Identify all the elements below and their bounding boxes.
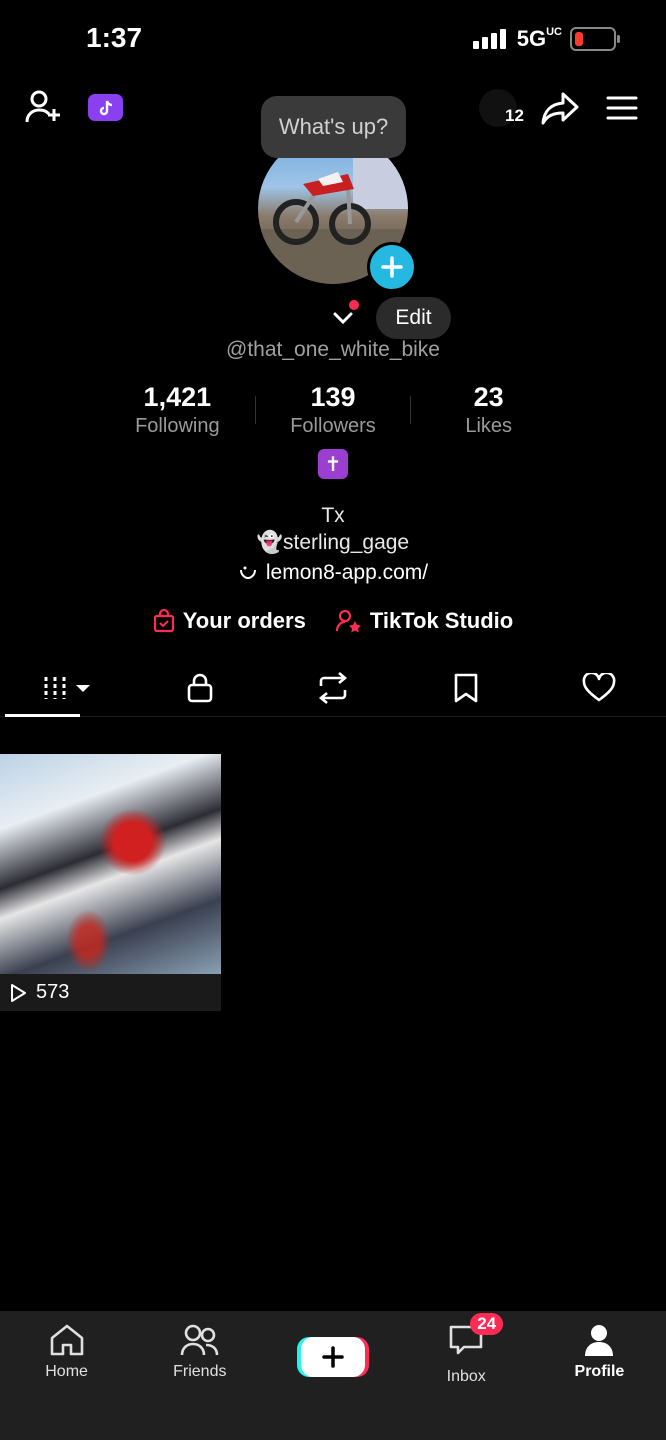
tab-private[interactable] — [138, 660, 262, 716]
status-indicators: 5GUC — [472, 26, 620, 52]
bottom-navigation: Home Friends 24 Inbox Profile — [0, 1311, 666, 1440]
nav-label: Profile — [574, 1363, 625, 1380]
profile-stats: 1,421 Following 139 Followers 23 Likes — [100, 382, 566, 438]
nav-label: Inbox — [446, 1368, 486, 1385]
plus-icon — [322, 1346, 344, 1368]
stat-following[interactable]: 1,421 Following — [100, 382, 255, 438]
tab-liked[interactable] — [537, 660, 661, 716]
status-time: 1:37 — [86, 22, 143, 53]
friends-icon — [180, 1324, 219, 1356]
tiktok-studio-link[interactable]: TikTok Studio — [335, 608, 514, 634]
shopping-bag-icon — [153, 609, 174, 633]
username-handle: @that_one_white_bike — [226, 338, 440, 361]
bio-line: 👻sterling_gage — [256, 531, 410, 554]
edit-profile-button[interactable]: Edit — [376, 297, 451, 339]
nav-create[interactable] — [266, 1311, 399, 1440]
notification-count: 12 — [505, 106, 524, 125]
stat-value: 23 — [473, 382, 504, 412]
bio-link[interactable]: lemon8-app.com/ — [0, 561, 666, 585]
create-button[interactable] — [301, 1337, 365, 1377]
menu-icon[interactable] — [604, 92, 640, 124]
latin-cross-badge: ✝ — [318, 449, 348, 479]
home-icon — [50, 1324, 83, 1356]
stat-value: 1,421 — [143, 382, 212, 412]
tab-favorites[interactable] — [404, 660, 528, 716]
tiktok-studio-label: TikTok Studio — [369, 608, 514, 633]
smile-icon — [239, 566, 256, 580]
repost-icon — [318, 672, 347, 704]
network-label: 5GUC — [516, 26, 562, 51]
profile-content-tabs — [0, 660, 666, 717]
stat-followers[interactable]: 139 Followers — [256, 382, 411, 438]
signal-icon — [472, 29, 509, 49]
video-views: 573 — [0, 974, 221, 1011]
play-icon — [11, 983, 26, 1002]
nav-inbox[interactable]: 24 Inbox — [400, 1311, 533, 1440]
nav-profile[interactable]: Profile — [533, 1311, 666, 1440]
add-story-button[interactable] — [367, 242, 417, 292]
your-orders-label: Your orders — [182, 608, 306, 633]
profile-icon — [585, 1325, 614, 1356]
status-bubble[interactable]: What's up? — [261, 96, 406, 158]
battery-icon — [570, 27, 620, 51]
your-orders-link[interactable]: Your orders — [153, 608, 306, 634]
lock-icon — [187, 673, 213, 703]
tab-reposts[interactable] — [271, 660, 395, 716]
nav-friends[interactable]: Friends — [133, 1311, 266, 1440]
bookmark-icon — [454, 673, 478, 703]
stat-label: Likes — [465, 415, 513, 437]
inbox-unread-badge: 24 — [470, 1313, 504, 1335]
bio-line: Tx — [321, 504, 345, 527]
stat-likes[interactable]: 23 Likes — [411, 382, 566, 438]
tiktok-music-icon[interactable] — [88, 94, 123, 121]
nav-label: Friends — [173, 1363, 227, 1380]
stat-label: Followers — [290, 415, 376, 437]
studio-user-star-icon — [335, 609, 361, 633]
bio-link-text: lemon8-app.com/ — [265, 561, 429, 584]
heart-icon — [582, 673, 616, 702]
video-tile[interactable]: 573 — [0, 754, 221, 1011]
share-icon[interactable] — [540, 90, 580, 126]
nav-label: Home — [45, 1363, 88, 1380]
tab-videos[interactable] — [4, 660, 129, 717]
videos-grid-icon — [44, 677, 90, 699]
nav-home[interactable]: Home — [0, 1311, 133, 1440]
view-count: 573 — [36, 981, 70, 1003]
stat-value: 139 — [310, 382, 356, 412]
stat-label: Following — [135, 415, 220, 437]
profile-shortcuts: Your orders TikTok Studio — [0, 608, 666, 634]
plus-icon — [381, 256, 403, 278]
new-dot-indicator — [349, 300, 359, 310]
video-thumbnail — [0, 754, 221, 974]
add-friend-icon[interactable] — [24, 88, 64, 126]
